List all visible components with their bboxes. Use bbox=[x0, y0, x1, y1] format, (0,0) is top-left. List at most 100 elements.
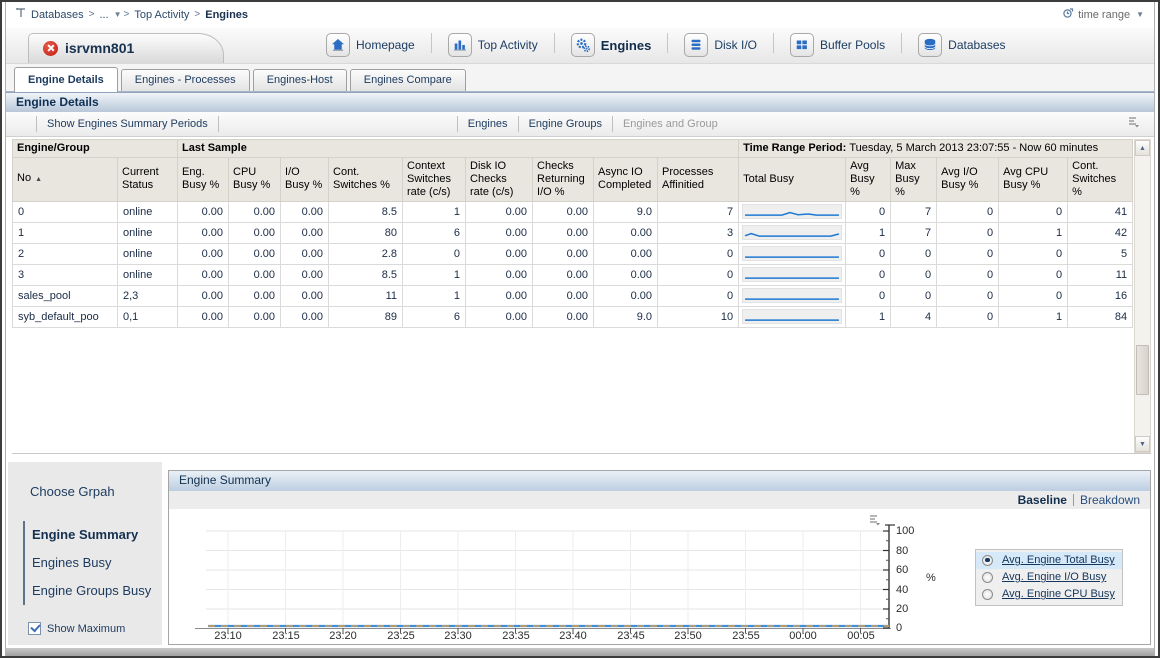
graph-item-engine-groups-busy[interactable]: Engine Groups Busy bbox=[32, 577, 162, 605]
database-icon bbox=[918, 33, 942, 57]
tab-engine-details[interactable]: Engine Details bbox=[14, 67, 118, 92]
cell: 0.00 bbox=[229, 201, 281, 222]
nav-top-activity[interactable]: Top Activity bbox=[436, 28, 550, 63]
show-maximum-label: Show Maximum bbox=[47, 623, 125, 635]
breadcrumb-item-ellipsis[interactable]: ... bbox=[99, 9, 108, 21]
nav-homepage[interactable]: Homepage bbox=[314, 28, 427, 63]
col-procs[interactable]: Processes Affinitied bbox=[658, 157, 739, 201]
col-async-io[interactable]: Async IO Completed bbox=[594, 157, 658, 201]
col-ctx-rate[interactable]: Context Switches rate (c/s) bbox=[403, 157, 466, 201]
radio-selected-icon[interactable] bbox=[982, 555, 993, 566]
cell: 80 bbox=[329, 222, 403, 243]
show-summary-periods-button[interactable]: Show Engines Summary Periods bbox=[45, 118, 210, 130]
col-cont-pct[interactable]: Cont. Switches % bbox=[1068, 157, 1133, 201]
y-tick: 100 bbox=[896, 525, 924, 537]
hierarchy-icon bbox=[16, 6, 28, 24]
y-tick: 80 bbox=[896, 545, 924, 557]
cell: 0.00 bbox=[533, 243, 594, 264]
legend-label[interactable]: Avg. Engine I/O Busy bbox=[1002, 571, 1106, 583]
col-max-busy[interactable]: Max Busy % bbox=[891, 157, 937, 201]
scroll-up-button[interactable]: ▲ bbox=[1135, 140, 1150, 156]
chevron-down-icon[interactable]: ▼ bbox=[114, 10, 122, 19]
cell-total-busy-sparkline bbox=[739, 306, 846, 327]
x-tick: 23:40 bbox=[551, 630, 595, 642]
view-engines-button[interactable]: Engines bbox=[466, 118, 510, 130]
breadcrumb-item-databases[interactable]: Databases bbox=[31, 9, 84, 21]
cell-no: sales_pool bbox=[13, 285, 118, 306]
cell: 7 bbox=[891, 222, 937, 243]
server-tab[interactable]: isrvmn801 bbox=[28, 33, 224, 63]
view-engines-and-group-button[interactable]: Engines and Group bbox=[621, 118, 720, 130]
nav-disk-io[interactable]: Disk I/O bbox=[672, 28, 769, 63]
col-avg-busy[interactable]: Avg Busy % bbox=[846, 157, 891, 201]
time-range-period-value: Tuesday, 5 March 2013 23:07:55 - Now 60 … bbox=[849, 142, 1098, 154]
table-row[interactable]: syb_default_poo 0,1 0.00 0.00 0.00 89 6 … bbox=[13, 306, 1133, 327]
col-cont-switches[interactable]: Cont. Switches % bbox=[329, 157, 403, 201]
table-row[interactable]: 0 online 0.00 0.00 0.00 8.5 1 0.00 0.00 … bbox=[13, 201, 1133, 222]
tab-engines-processes[interactable]: Engines - Processes bbox=[121, 69, 250, 91]
cell: 0.00 bbox=[594, 264, 658, 285]
server-name: isrvmn801 bbox=[65, 40, 134, 56]
legend-avg-engine-total-busy[interactable]: Avg. Engine Total Busy bbox=[976, 552, 1122, 569]
col-no[interactable]: No▲ bbox=[13, 157, 118, 201]
radio-icon[interactable] bbox=[982, 589, 993, 600]
sort-asc-icon: ▲ bbox=[35, 176, 42, 183]
cell: 0 bbox=[937, 264, 999, 285]
table-row[interactable]: 3 online 0.00 0.00 0.00 8.5 1 0.00 0.00 … bbox=[13, 264, 1133, 285]
tab-engines-compare[interactable]: Engines Compare bbox=[350, 69, 466, 91]
scroll-thumb[interactable] bbox=[1136, 345, 1149, 395]
nav-buffer-pools[interactable]: Buffer Pools bbox=[778, 28, 897, 63]
cell: 0.00 bbox=[466, 201, 533, 222]
col-total-busy[interactable]: Total Busy bbox=[739, 157, 846, 201]
cell: 0 bbox=[999, 201, 1068, 222]
col-io-busy[interactable]: I/O Busy % bbox=[281, 157, 329, 201]
cell: 11 bbox=[1068, 264, 1133, 285]
vertical-scrollbar[interactable]: ▲ ▼ bbox=[1134, 139, 1151, 453]
tab-engines-host[interactable]: Engines-Host bbox=[253, 69, 347, 91]
app-window: Databases > ... ▼ > Top Activity > Engin… bbox=[0, 0, 1160, 658]
cell-status: online bbox=[118, 201, 178, 222]
cell: 1 bbox=[846, 222, 891, 243]
grid-options-icon[interactable] bbox=[1128, 116, 1140, 131]
legend-avg-engine-io-busy[interactable]: Avg. Engine I/O Busy bbox=[976, 569, 1122, 586]
nav-databases[interactable]: Databases bbox=[906, 28, 1017, 63]
chart-options-icon[interactable] bbox=[869, 513, 881, 531]
cell: 0 bbox=[891, 243, 937, 264]
breadcrumb-item-top-activity[interactable]: Top Activity bbox=[134, 9, 189, 21]
col-avg-io[interactable]: Avg I/O Busy % bbox=[937, 157, 999, 201]
legend-avg-engine-cpu-busy[interactable]: Avg. Engine CPU Busy bbox=[976, 586, 1122, 603]
cell: 41 bbox=[1068, 201, 1133, 222]
time-range-control[interactable]: time range ▼ bbox=[1062, 7, 1144, 22]
cell: 0 bbox=[658, 264, 739, 285]
graph-item-engine-summary[interactable]: Engine Summary bbox=[32, 521, 162, 549]
cell: 0 bbox=[891, 264, 937, 285]
cell: 0.00 bbox=[229, 243, 281, 264]
radio-icon[interactable] bbox=[982, 572, 993, 583]
nav-engines[interactable]: Engines bbox=[559, 28, 664, 63]
legend-label[interactable]: Avg. Engine Total Busy bbox=[1002, 554, 1115, 566]
graph-item-engines-busy[interactable]: Engines Busy bbox=[32, 549, 162, 577]
y-axis-label: % bbox=[926, 572, 936, 584]
cell: 0.00 bbox=[466, 243, 533, 264]
col-eng-busy[interactable]: Eng. Busy % bbox=[178, 157, 229, 201]
cell: 0.00 bbox=[229, 222, 281, 243]
cell-no: 1 bbox=[13, 222, 118, 243]
cell: 0.00 bbox=[281, 264, 329, 285]
table-row[interactable]: 1 online 0.00 0.00 0.00 80 6 0.00 0.00 0… bbox=[13, 222, 1133, 243]
cell: 0 bbox=[658, 243, 739, 264]
table-row[interactable]: sales_pool 2,3 0.00 0.00 0.00 11 1 0.00 … bbox=[13, 285, 1133, 306]
view-engine-groups-button[interactable]: Engine Groups bbox=[527, 118, 604, 130]
divider bbox=[773, 33, 774, 53]
graph-chooser-panel: Choose Grpah Engine Summary Engines Busy… bbox=[8, 462, 162, 645]
legend-label[interactable]: Avg. Engine CPU Busy bbox=[1002, 588, 1115, 600]
col-current-status[interactable]: Current Status bbox=[118, 157, 178, 201]
col-disk-rate[interactable]: Disk IO Checks rate (c/s) bbox=[466, 157, 533, 201]
show-maximum-checkbox[interactable] bbox=[28, 622, 41, 635]
cell-status: online bbox=[118, 222, 178, 243]
time-range-period-label: Time Range Period: bbox=[743, 142, 846, 154]
col-checks-ret[interactable]: Checks Returning I/O % bbox=[533, 157, 594, 201]
col-cpu-busy[interactable]: CPU Busy % bbox=[229, 157, 281, 201]
col-avg-cpu[interactable]: Avg CPU Busy % bbox=[999, 157, 1068, 201]
scroll-down-button[interactable]: ▼ bbox=[1135, 436, 1150, 452]
table-row[interactable]: 2 online 0.00 0.00 0.00 2.8 0 0.00 0.00 … bbox=[13, 243, 1133, 264]
